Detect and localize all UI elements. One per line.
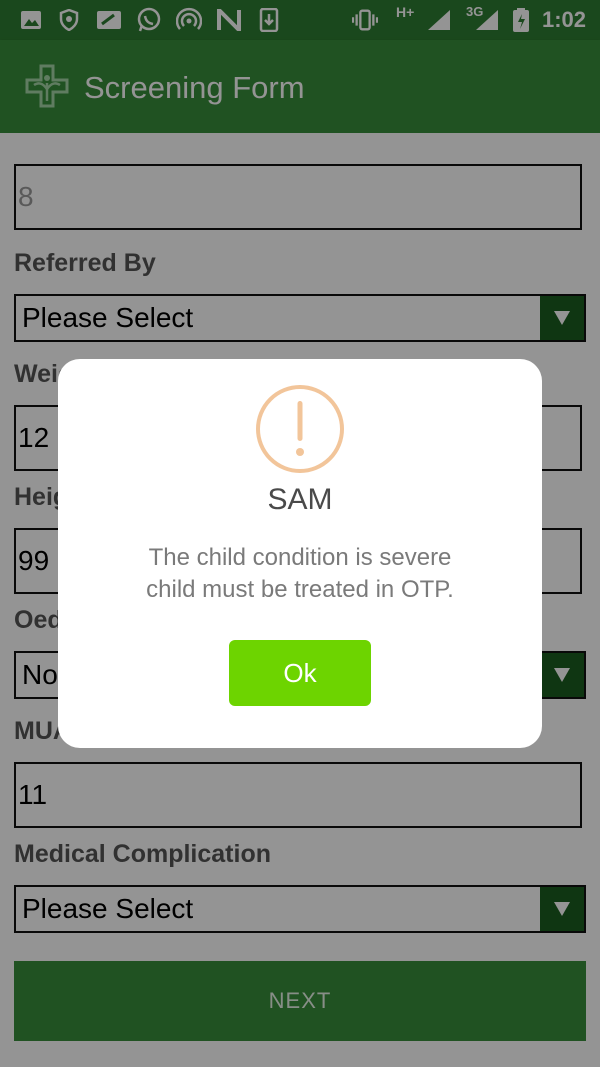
dialog-title: SAM [267,483,333,516]
alert-dialog: SAM The child condition is severe child … [58,359,542,748]
ok-button[interactable]: Ok [229,640,371,706]
dialog-message-line: The child condition is severe [148,544,452,571]
warning-icon [255,384,345,474]
dialog-message: The child condition is severe child must… [58,542,542,606]
dialog-message-line: child must be treated in OTP. [146,576,454,603]
